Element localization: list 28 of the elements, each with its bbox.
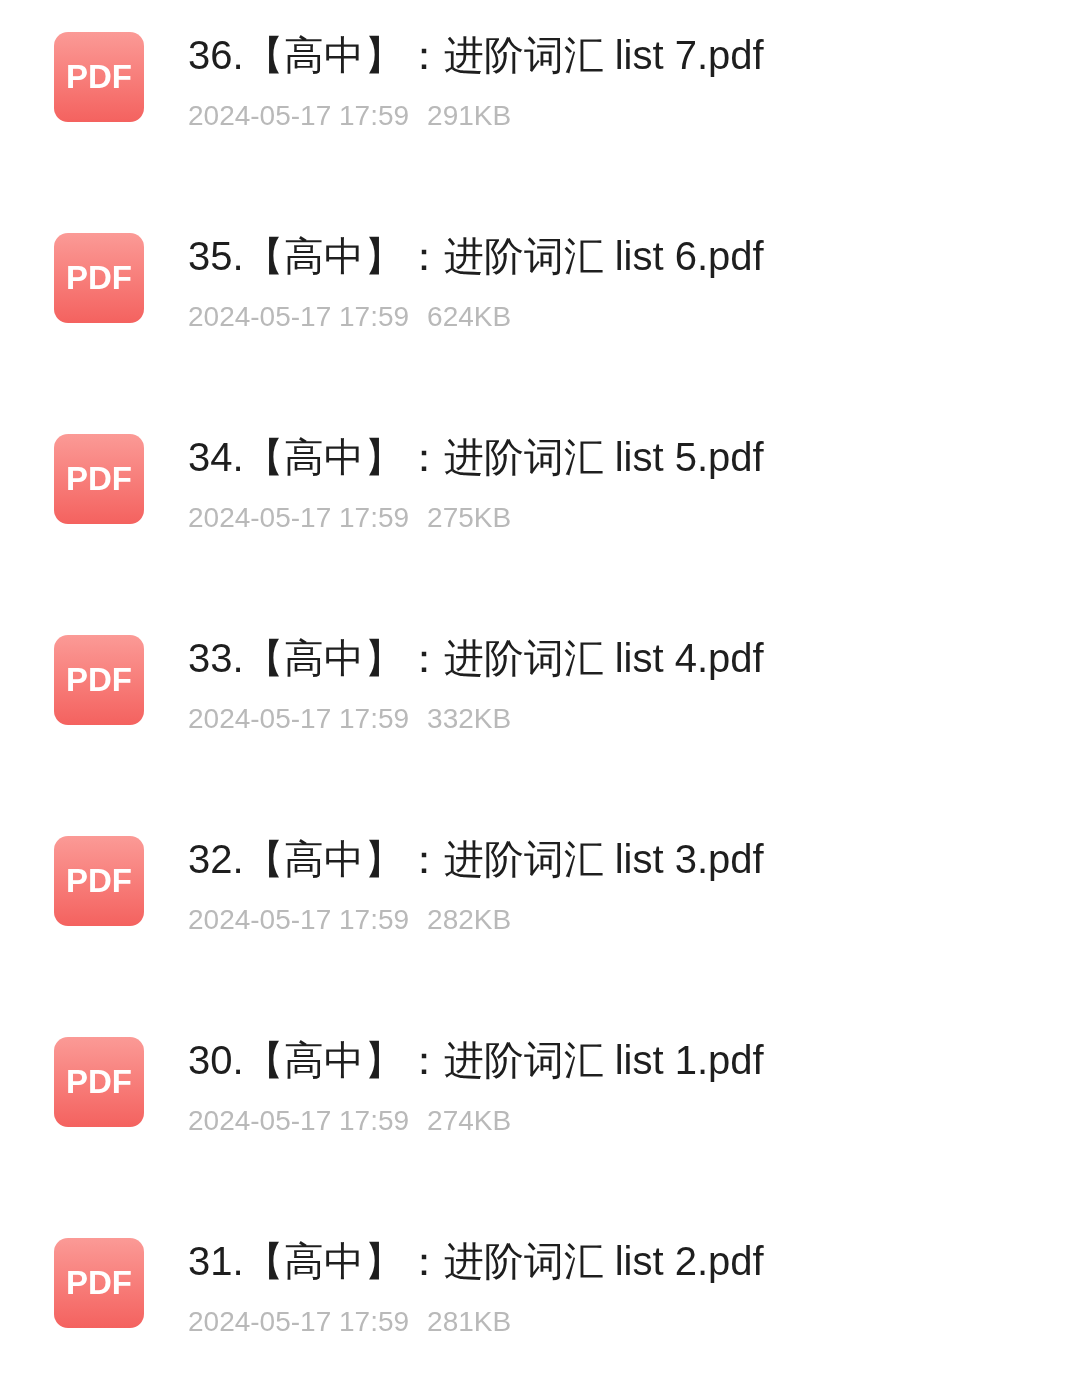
file-date: 2024-05-17 17:59 <box>188 904 410 936</box>
file-date: 2024-05-17 17:59 <box>188 703 410 735</box>
pdf-file-icon: PDF <box>54 434 144 524</box>
file-size: 281KB <box>427 1306 512 1338</box>
file-name[interactable]: 34.【高中】：进阶词汇 list 5.pdf <box>188 434 764 480</box>
file-size: 274KB <box>427 1105 512 1137</box>
file-size: 291KB <box>427 100 512 132</box>
file-name[interactable]: 36.【高中】：进阶词汇 list 7.pdf <box>188 32 764 78</box>
file-name[interactable]: 31.【高中】：进阶词汇 list 2.pdf <box>188 1238 764 1284</box>
file-date: 2024-05-17 17:59 <box>188 301 410 333</box>
file-name[interactable]: 32.【高中】：进阶词汇 list 3.pdf <box>188 836 764 882</box>
file-size: 624KB <box>427 301 512 333</box>
pdf-file-icon: PDF <box>54 635 144 725</box>
pdf-file-icon: PDF <box>54 233 144 323</box>
file-name[interactable]: 35.【高中】：进阶词汇 list 6.pdf <box>188 233 764 279</box>
file-size: 332KB <box>427 703 512 735</box>
file-size: 282KB <box>427 904 512 936</box>
pdf-file-icon: PDF <box>54 836 144 926</box>
pdf-file-icon: PDF <box>54 32 144 122</box>
file-date: 2024-05-17 17:59 <box>188 502 410 534</box>
file-date: 2024-05-17 17:59 <box>188 1105 410 1137</box>
pdf-file-icon: PDF <box>54 1238 144 1328</box>
file-size: 275KB <box>427 502 512 534</box>
file-date: 2024-05-17 17:59 <box>188 1306 410 1338</box>
file-name[interactable]: 33.【高中】：进阶词汇 list 4.pdf <box>188 635 764 681</box>
file-name[interactable]: 30.【高中】：进阶词汇 list 1.pdf <box>188 1037 764 1083</box>
file-date: 2024-05-17 17:59 <box>188 100 410 132</box>
pdf-file-icon: PDF <box>54 1037 144 1127</box>
